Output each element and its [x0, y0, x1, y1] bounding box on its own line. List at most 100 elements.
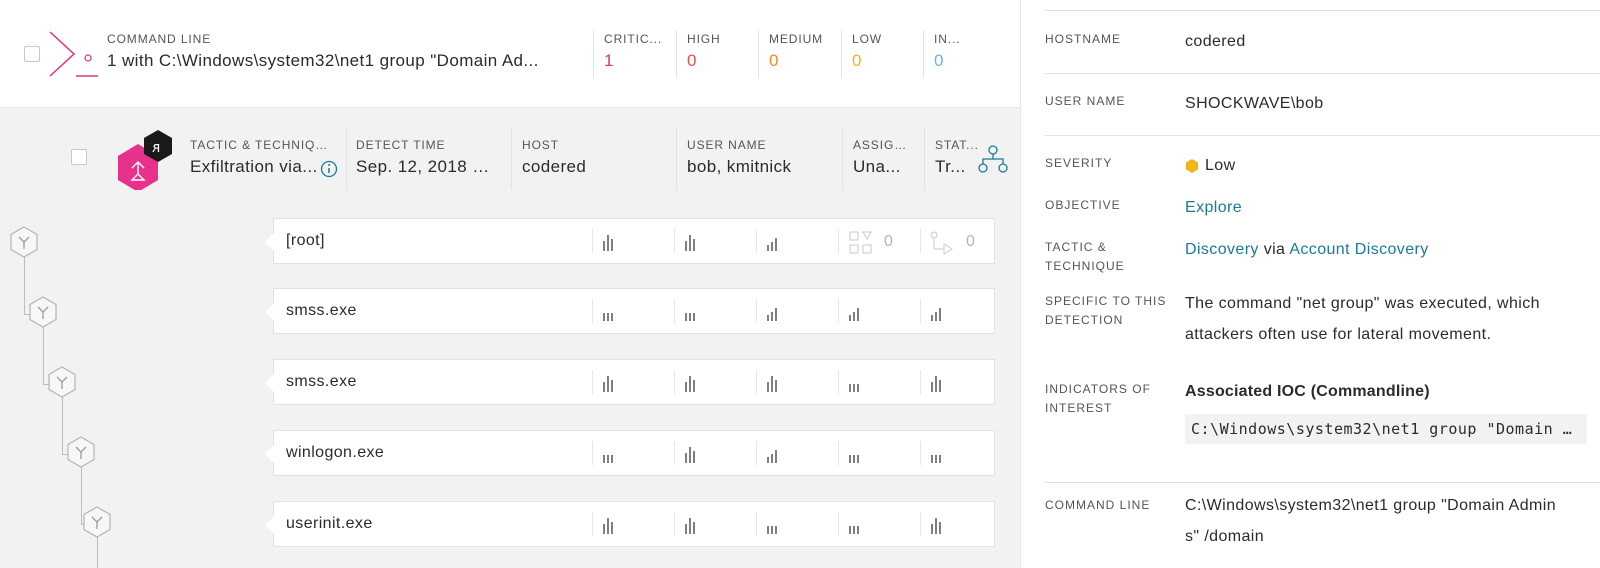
process-node-icon[interactable] — [82, 506, 112, 538]
specific-label-line: SPECIFIC TO THIS — [1045, 294, 1167, 308]
activity-bars-icon — [767, 308, 777, 321]
indicators-label-line: INTEREST — [1045, 401, 1113, 415]
process-node-icon[interactable] — [9, 226, 39, 258]
process-row[interactable]: winlogon.exe — [265, 430, 995, 476]
process-name: winlogon.exe — [286, 444, 385, 461]
status-value: Tr... — [935, 157, 966, 176]
detections-list: COMMAND LINE 1 with C:\Windows\system32\… — [0, 0, 1020, 568]
divider — [674, 512, 675, 536]
activity-bars-icon — [603, 235, 613, 251]
command-line-label: COMMAND LINE — [107, 32, 212, 46]
divider — [920, 441, 921, 465]
via-text: via — [1263, 241, 1286, 258]
divider — [838, 512, 839, 536]
process-row-root[interactable]: [root] 0 0 — [265, 218, 995, 264]
severity-label: SEVERITY — [1045, 156, 1113, 170]
divider — [758, 30, 759, 78]
specific-label-line: DETECTION — [1045, 313, 1124, 327]
command-line-detail-label: COMMAND LINE — [1045, 498, 1151, 512]
divider — [592, 512, 593, 536]
count-medium-label: MEDIUM — [769, 32, 824, 46]
severity-hexagon-icon — [1186, 159, 1198, 173]
tactic-value: Discovery via Account Discovery — [1185, 234, 1429, 265]
divider — [838, 441, 839, 465]
process-name: userinit.exe — [286, 515, 373, 532]
divider — [674, 229, 675, 253]
process-node-icon[interactable] — [47, 366, 77, 398]
status-label: STAT... — [935, 138, 979, 152]
process-tree-icon[interactable] — [978, 144, 1008, 174]
activity-bars-icon — [685, 518, 695, 534]
tactic-label: TACTIC & TECHNIQUE — [1045, 238, 1125, 276]
tactic-link[interactable]: Discovery — [1185, 241, 1259, 258]
objective-link[interactable]: Explore — [1185, 192, 1242, 223]
count-medium-value: 0 — [769, 51, 779, 70]
activity-bars-icon — [931, 518, 941, 534]
activity-bars-icon — [767, 526, 777, 534]
detection-view: COMMAND LINE 1 with C:\Windows\system32\… — [0, 0, 1600, 568]
process-name: smss.exe — [286, 302, 357, 319]
activity-bars-icon — [603, 376, 613, 392]
detection-row-checkbox[interactable] — [71, 149, 87, 165]
technique-link[interactable]: Account Discovery — [1289, 241, 1428, 258]
activity-bars-icon — [685, 447, 695, 463]
process-name: smss.exe — [286, 373, 357, 390]
count-info-value: 0 — [934, 51, 944, 70]
activity-bars-icon — [685, 235, 695, 251]
divider — [756, 299, 757, 323]
username-value: SHOCKWAVE\bob — [1185, 95, 1324, 112]
activity-bars-icon — [931, 455, 941, 463]
divider — [920, 229, 921, 253]
divider — [592, 370, 593, 394]
divider — [346, 128, 347, 190]
count-info-label: IN... — [934, 32, 961, 46]
count-critical-value: 1 — [604, 51, 614, 70]
count-low-value: 0 — [852, 51, 862, 70]
tactic-technique-label: TACTIC & TECHNIQUE — [190, 138, 330, 152]
command-prompt-icon — [49, 31, 98, 77]
description-line: attackers often use for lateral movement… — [1185, 326, 1492, 343]
divider — [842, 128, 843, 190]
divider — [923, 30, 924, 78]
command-row-checkbox[interactable] — [24, 46, 40, 62]
hostname-label: HOSTNAME — [1045, 32, 1122, 46]
divider — [924, 128, 925, 190]
host-value: codered — [522, 157, 587, 176]
activity-bars-icon — [849, 455, 859, 463]
username-label: USER NAME — [1045, 94, 1126, 108]
command-line-row[interactable]: COMMAND LINE 1 with C:\Windows\system32\… — [0, 0, 1020, 108]
divider — [920, 370, 921, 394]
divider — [838, 229, 839, 253]
description-line: The command "net group" was executed, wh… — [1185, 295, 1540, 312]
process-node-icon[interactable] — [28, 296, 58, 328]
activity-bars-icon — [685, 313, 695, 321]
activity-bars-icon — [849, 308, 859, 321]
process-name: [root] — [286, 232, 325, 249]
tactic-label-line: TECHNIQUE — [1045, 259, 1125, 273]
user-name-value: bob, kmitnick — [687, 157, 792, 176]
divider — [674, 441, 675, 465]
divider — [756, 370, 757, 394]
process-row[interactable]: smss.exe — [265, 288, 995, 334]
indicators-label: INDICATORS OF INTEREST — [1045, 380, 1151, 418]
process-node-icon[interactable] — [66, 436, 96, 468]
divider — [674, 370, 675, 394]
divider — [674, 299, 675, 323]
assigned-label: ASSIGN... — [853, 138, 915, 152]
divider — [676, 30, 677, 78]
divider — [592, 229, 593, 253]
command-line-value: 1 with C:\Windows\system32\net1 group "D… — [107, 51, 539, 70]
detection-details-panel: HOSTNAME codered USER NAME SHOCKWAVE\bob… — [1020, 0, 1600, 568]
divider — [838, 299, 839, 323]
count-critical-label: CRITIC... — [604, 32, 663, 46]
process-row[interactable]: smss.exe — [265, 359, 995, 405]
specific-description: The command "net group" was executed, wh… — [1185, 288, 1540, 350]
process-row[interactable]: userinit.exe — [265, 501, 995, 547]
network-count: 0 — [884, 233, 893, 250]
divider — [1045, 73, 1600, 74]
detection-row[interactable]: ᴙ TACTIC & TECHNIQUE Exfiltration via...… — [0, 108, 1020, 214]
activity-bars-icon — [767, 450, 777, 463]
exfiltration-hexagon-icon: ᴙ — [118, 130, 172, 190]
info-icon[interactable] — [320, 160, 338, 178]
ioc-value-box[interactable]: C:\Windows\system32\net1 group "Domain A… — [1185, 414, 1587, 444]
